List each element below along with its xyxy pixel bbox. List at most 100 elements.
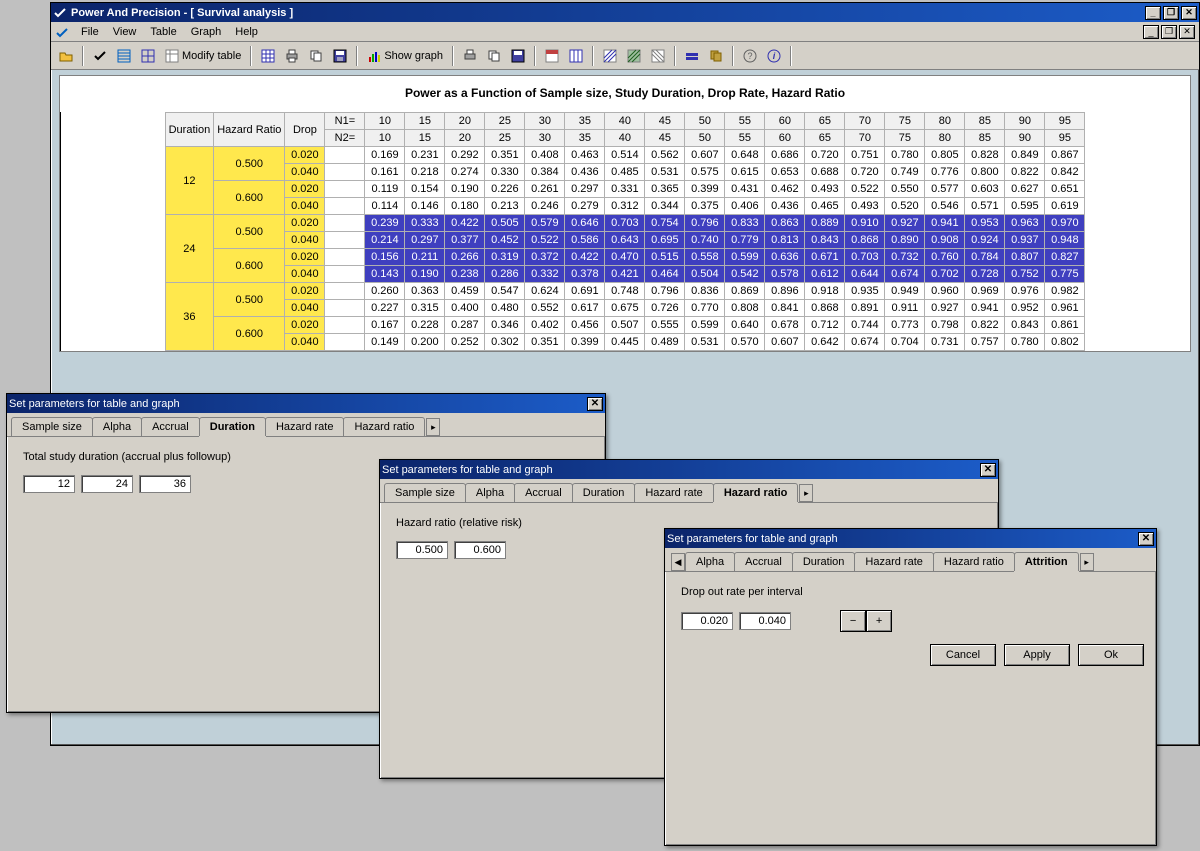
value-input[interactable]: [681, 612, 733, 630]
table-button[interactable]: [257, 45, 279, 67]
power-cell: 0.651: [1045, 181, 1085, 198]
mdi-restore-button[interactable]: ❐: [1161, 25, 1177, 39]
tab-scroll-right-icon[interactable]: ▸: [1080, 553, 1094, 571]
power-cell: 0.169: [365, 147, 405, 164]
copy-button[interactable]: [305, 45, 327, 67]
dialog-titlebar[interactable]: Set parameters for table and graph ✕: [665, 529, 1156, 548]
tab-accrual[interactable]: Accrual: [514, 483, 573, 502]
row-button[interactable]: [681, 45, 703, 67]
tab-scroll-right-icon[interactable]: ▸: [799, 484, 813, 502]
value-input[interactable]: [139, 475, 191, 493]
check-button[interactable]: [89, 45, 111, 67]
print-graph-button[interactable]: [459, 45, 481, 67]
n1-value: 15: [405, 113, 445, 130]
value-input[interactable]: [739, 612, 791, 630]
close-icon[interactable]: ✕: [1138, 532, 1154, 546]
hatch1-button[interactable]: [599, 45, 621, 67]
table-row: 0.0400.1490.2000.2520.3020.3510.3990.445…: [165, 334, 1085, 351]
app-check-icon: [53, 6, 67, 20]
panel2-button[interactable]: [565, 45, 587, 67]
close-icon[interactable]: ✕: [980, 463, 996, 477]
save-graph-button[interactable]: [507, 45, 529, 67]
tab-accrual[interactable]: Accrual: [141, 417, 200, 436]
power-cell: 0.462: [765, 181, 805, 198]
menu-view[interactable]: View: [107, 24, 143, 40]
save-button[interactable]: [329, 45, 351, 67]
tab-alpha[interactable]: Alpha: [92, 417, 142, 436]
power-cell: 0.315: [405, 300, 445, 317]
hatch2-button[interactable]: [623, 45, 645, 67]
tab-duration[interactable]: Duration: [572, 483, 636, 502]
grid-button[interactable]: [137, 45, 159, 67]
power-cell: 0.686: [765, 147, 805, 164]
tab-hazard-rate[interactable]: Hazard rate: [265, 417, 344, 436]
menu-graph[interactable]: Graph: [185, 24, 228, 40]
mdi-minimize-button[interactable]: _: [1143, 25, 1159, 39]
show-graph-button[interactable]: Show graph: [363, 45, 447, 67]
power-cell: 0.489: [645, 334, 685, 351]
power-cell: 0.941: [925, 215, 965, 232]
table-row: 0.6000.0200.1190.1540.1900.2260.2610.297…: [165, 181, 1085, 198]
maximize-button[interactable]: ❐: [1163, 6, 1179, 20]
tab-hazard-ratio[interactable]: Hazard ratio: [343, 417, 425, 436]
dialog-titlebar[interactable]: Set parameters for table and graph ✕: [380, 460, 998, 479]
tab-sample-size[interactable]: Sample size: [384, 483, 466, 502]
tab-accrual[interactable]: Accrual: [734, 552, 793, 571]
tab-duration[interactable]: Duration: [199, 417, 266, 436]
ok-button[interactable]: Ok: [1078, 644, 1144, 666]
panel1-button[interactable]: [541, 45, 563, 67]
mdi-close-button[interactable]: ✕: [1179, 25, 1195, 39]
toolbar-sep: [790, 46, 792, 66]
tab-scroll-left-icon[interactable]: ◀: [671, 553, 685, 571]
apply-button[interactable]: Apply: [1004, 644, 1070, 666]
power-cell: 0.456: [565, 317, 605, 334]
tab-duration[interactable]: Duration: [792, 552, 856, 571]
tab-hazard-ratio[interactable]: Hazard ratio: [933, 552, 1015, 571]
blank-cell: [325, 283, 365, 300]
power-cell: 0.963: [1005, 215, 1045, 232]
list-button[interactable]: [113, 45, 135, 67]
power-cell: 0.330: [485, 164, 525, 181]
help-button[interactable]: ?: [739, 45, 761, 67]
close-button[interactable]: ✕: [1181, 6, 1197, 20]
value-input[interactable]: [23, 475, 75, 493]
tab-hazard-rate[interactable]: Hazard rate: [854, 552, 933, 571]
modify-table-button[interactable]: Modify table: [161, 45, 245, 67]
document-check-icon[interactable]: [55, 25, 69, 39]
minimize-button[interactable]: _: [1145, 6, 1161, 20]
stack-button[interactable]: [705, 45, 727, 67]
value-input[interactable]: [396, 541, 448, 559]
menu-file[interactable]: File: [75, 24, 105, 40]
copy-graph-button[interactable]: [483, 45, 505, 67]
value-input[interactable]: [454, 541, 506, 559]
power-cell: 0.365: [645, 181, 685, 198]
print-button[interactable]: [281, 45, 303, 67]
tab-attrition[interactable]: Attrition: [1014, 552, 1079, 571]
info-button[interactable]: i: [763, 45, 785, 67]
value-input[interactable]: [81, 475, 133, 493]
minus-button[interactable]: −: [840, 610, 866, 632]
power-cell: 0.246: [525, 198, 565, 215]
tab-scroll-right-icon[interactable]: ▸: [426, 418, 440, 436]
menu-help[interactable]: Help: [229, 24, 264, 40]
power-cell: 0.332: [525, 266, 565, 283]
power-cell: 0.436: [565, 164, 605, 181]
tab-hazard-rate[interactable]: Hazard rate: [634, 483, 713, 502]
power-cell: 0.297: [565, 181, 605, 198]
cancel-button[interactable]: Cancel: [930, 644, 996, 666]
dialog-titlebar[interactable]: Set parameters for table and graph ✕: [7, 394, 605, 413]
menubar: File View Table Graph Help _ ❐ ✕: [51, 22, 1199, 42]
tab-alpha[interactable]: Alpha: [465, 483, 515, 502]
open-button[interactable]: [55, 45, 77, 67]
plus-button[interactable]: +: [866, 610, 892, 632]
menu-table[interactable]: Table: [144, 24, 182, 40]
tab-hazard-ratio[interactable]: Hazard ratio: [713, 483, 799, 502]
power-cell: 0.775: [1045, 266, 1085, 283]
close-icon[interactable]: ✕: [587, 397, 603, 411]
tab-alpha[interactable]: Alpha: [685, 552, 735, 571]
tab-sample-size[interactable]: Sample size: [11, 417, 93, 436]
hatch3-button[interactable]: [647, 45, 669, 67]
power-cell: 0.796: [685, 215, 725, 232]
drop-cell: 0.020: [285, 215, 325, 232]
power-cell: 0.213: [485, 198, 525, 215]
